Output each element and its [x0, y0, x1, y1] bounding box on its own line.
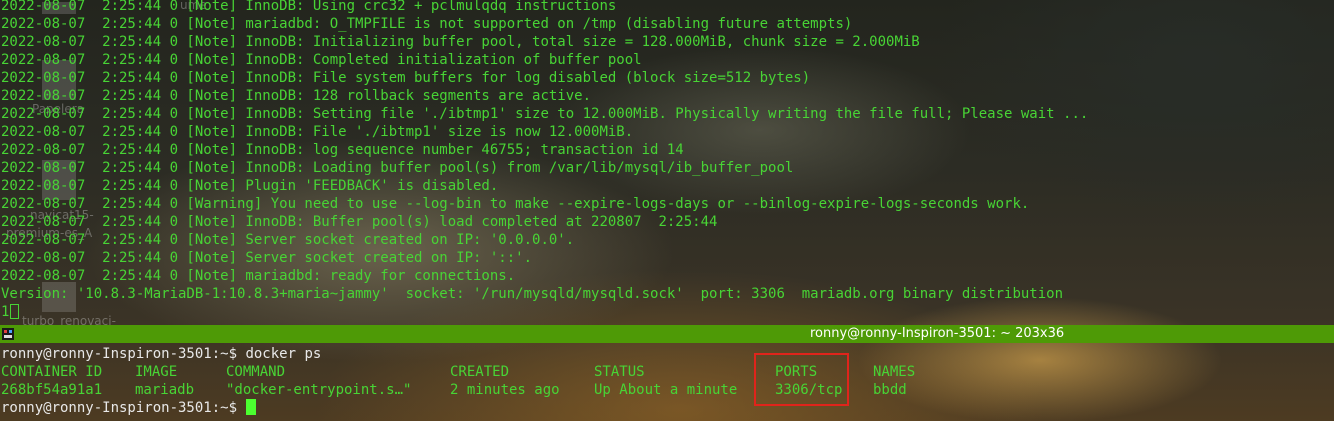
ports-highlight-box	[754, 353, 849, 406]
log-line: 2022-08-07 2:25:44 0 [Note] InnoDB: Init…	[1, 34, 920, 50]
header-container-id: CONTAINER ID	[1, 364, 103, 380]
cell-status: Up About a minute	[594, 382, 738, 398]
log-line: 2022-08-07 2:25:44 0 [Note] Plugin 'FEED…	[1, 178, 499, 194]
terminal-pane-top[interactable]: 2022-08-07 2:25:44 0 [Note] InnoDB: Usin…	[0, 0, 1334, 325]
cell-image: mariadb	[135, 382, 195, 398]
typed-text: 1	[1, 304, 10, 320]
shell-prompt: ronny@ronny-Inspiron-3501:~$	[1, 400, 246, 416]
terminal-pane-bottom[interactable]: ronny@ronny-Inspiron-3501:~$ docker ps C…	[0, 343, 1334, 421]
shell-prompt: ronny@ronny-Inspiron-3501:~$	[1, 346, 246, 362]
version-line: Version: '10.8.3-MariaDB-1:10.8.3+maria~…	[1, 286, 1064, 302]
header-command: COMMAND	[226, 364, 286, 380]
log-line: 2022-08-07 2:25:44 0 [Note] InnoDB: File…	[1, 124, 634, 140]
log-line: 2022-08-07 2:25:44 0 [Note] mariadbd: re…	[1, 268, 516, 284]
log-line: 2022-08-07 2:25:44 0 [Note] InnoDB: File…	[1, 70, 811, 86]
command-line: ronny@ronny-Inspiron-3501:~$ docker ps	[1, 345, 321, 363]
prompt-line[interactable]: ronny@ronny-Inspiron-3501:~$	[1, 399, 257, 417]
header-names: NAMES	[873, 364, 916, 380]
header-created: CREATED	[450, 364, 510, 380]
log-line: 2022-08-07 2:25:44 0 [Note] InnoDB: 128 …	[1, 88, 592, 104]
log-line: 2022-08-07 2:25:44 0 [Note] InnoDB: log …	[1, 142, 684, 158]
command-text: docker ps	[245, 346, 322, 362]
log-line: 2022-08-07 2:25:44 0 [Note] InnoDB: Load…	[1, 160, 794, 176]
active-cursor	[246, 399, 257, 415]
pane-divider-bar[interactable]: ronny@ronny-Inspiron-3501: ~ 203x36	[0, 325, 1334, 343]
log-line: 2022-08-07 2:25:44 0 [Note] InnoDB: Comp…	[1, 52, 642, 68]
log-line: 2022-08-07 2:25:44 0 [Note] Server socke…	[1, 250, 533, 266]
header-image: IMAGE	[135, 364, 178, 380]
log-line: 2022-08-07 2:25:44 0 [Note] Server socke…	[1, 232, 575, 248]
log-line: 2022-08-07 2:25:44 0 [Note] InnoDB: Sett…	[1, 106, 1089, 122]
cell-command: "docker-entrypoint.s…"	[226, 382, 412, 398]
inactive-cursor	[10, 304, 20, 319]
pane-title: ronny@ronny-Inspiron-3501: ~ 203x36	[810, 326, 1065, 341]
input-line[interactable]: 1	[1, 303, 20, 321]
log-line: 2022-08-07 2:25:44 0 [Note] InnoDB: Usin…	[1, 0, 617, 14]
log-line: 2022-08-07 2:25:44 0 [Note] mariadbd: O_…	[1, 16, 853, 32]
log-line-warning: 2022-08-07 2:25:44 0 [Warning] You need …	[1, 196, 1030, 212]
header-status: STATUS	[594, 364, 645, 380]
log-line: 2022-08-07 2:25:44 0 [Note] InnoDB: Buff…	[1, 214, 718, 230]
cell-container-id: 268bf54a91a1	[1, 382, 103, 398]
terminal-icon	[2, 328, 14, 340]
cell-created: 2 minutes ago	[450, 382, 560, 398]
cell-names: bbdd	[873, 382, 907, 398]
